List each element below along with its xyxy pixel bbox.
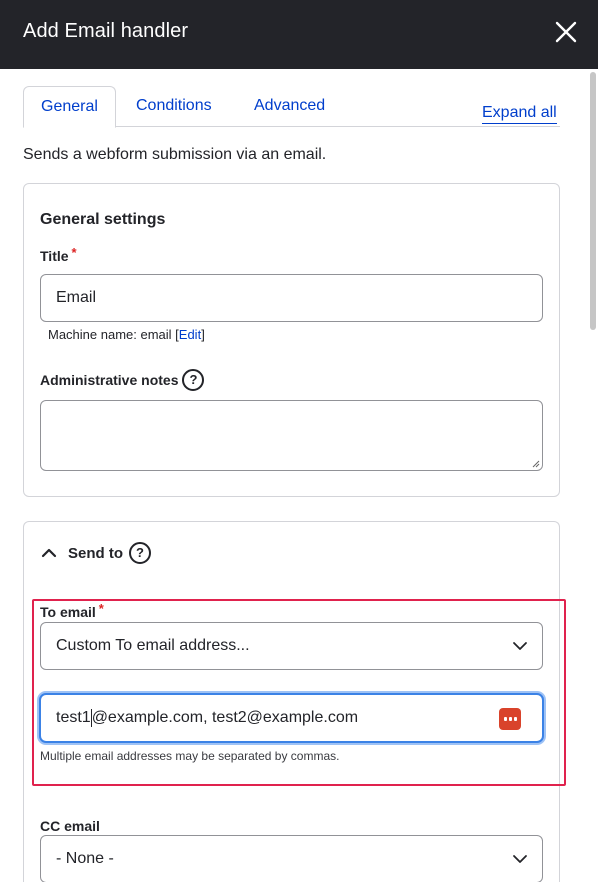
to-email-selected-value: Custom To email address... (56, 637, 250, 654)
admin-notes-textarea[interactable] (40, 400, 543, 471)
chevron-down-icon (513, 642, 527, 650)
machine-name-text: Machine name: email [ (48, 327, 179, 342)
expand-all-link[interactable]: Expand all (482, 103, 557, 124)
resize-handle-icon[interactable] (530, 458, 540, 468)
dialog-titlebar: Add Email handler (0, 0, 598, 69)
cc-email-label: CC email (40, 818, 100, 834)
scrollbar-thumb[interactable] (590, 72, 596, 330)
help-icon[interactable]: ? (182, 369, 205, 391)
custom-to-email-input[interactable]: test1 @example.com, test2@example.com (39, 693, 544, 743)
admin-notes-label-text: Administrative notes (40, 372, 179, 388)
tab-advanced[interactable]: Advanced (254, 86, 325, 127)
machine-name: Machine name: email [Edit] (48, 327, 205, 342)
close-icon[interactable] (552, 18, 580, 46)
chevron-up-icon (41, 548, 57, 558)
handler-description: Sends a webform submission via an email. (23, 146, 327, 163)
help-icon[interactable]: ? (129, 542, 151, 564)
cc-email-select[interactable]: - None - (40, 835, 543, 882)
send-to-summary-label: Send to (68, 544, 123, 562)
title-label: Title * (40, 245, 77, 264)
to-email-select[interactable]: Custom To email address... (40, 622, 543, 670)
password-manager-icon[interactable] (499, 708, 521, 730)
title-input-value: Email (56, 289, 97, 306)
chevron-down-icon (513, 855, 527, 863)
custom-to-email-value-end: @example.com, test2@example.com (91, 709, 359, 726)
tab-bar: General Conditions Advanced (23, 86, 560, 128)
required-marker: * (98, 601, 104, 616)
machine-name-suffix: ] (201, 327, 205, 342)
title-input[interactable]: Email (40, 274, 543, 322)
send-to-summary[interactable]: Send to ? (40, 541, 151, 565)
title-label-text: Title (40, 248, 69, 264)
dialog-title: Add Email handler (23, 20, 189, 42)
machine-name-edit-link[interactable]: Edit (179, 327, 201, 342)
admin-notes-label: Administrative notes ? (40, 369, 205, 391)
required-marker: * (71, 245, 77, 260)
tab-conditions[interactable]: Conditions (136, 86, 212, 127)
to-email-hint: Multiple email addresses may be separate… (40, 749, 340, 763)
general-settings-legend: General settings (40, 211, 166, 228)
to-email-label-text: To email (40, 604, 96, 620)
to-email-label: To email * (40, 601, 104, 620)
tab-general[interactable]: General (23, 86, 116, 128)
cc-email-selected-value: - None - (56, 850, 114, 867)
custom-to-email-value-start: test1 (56, 709, 91, 726)
